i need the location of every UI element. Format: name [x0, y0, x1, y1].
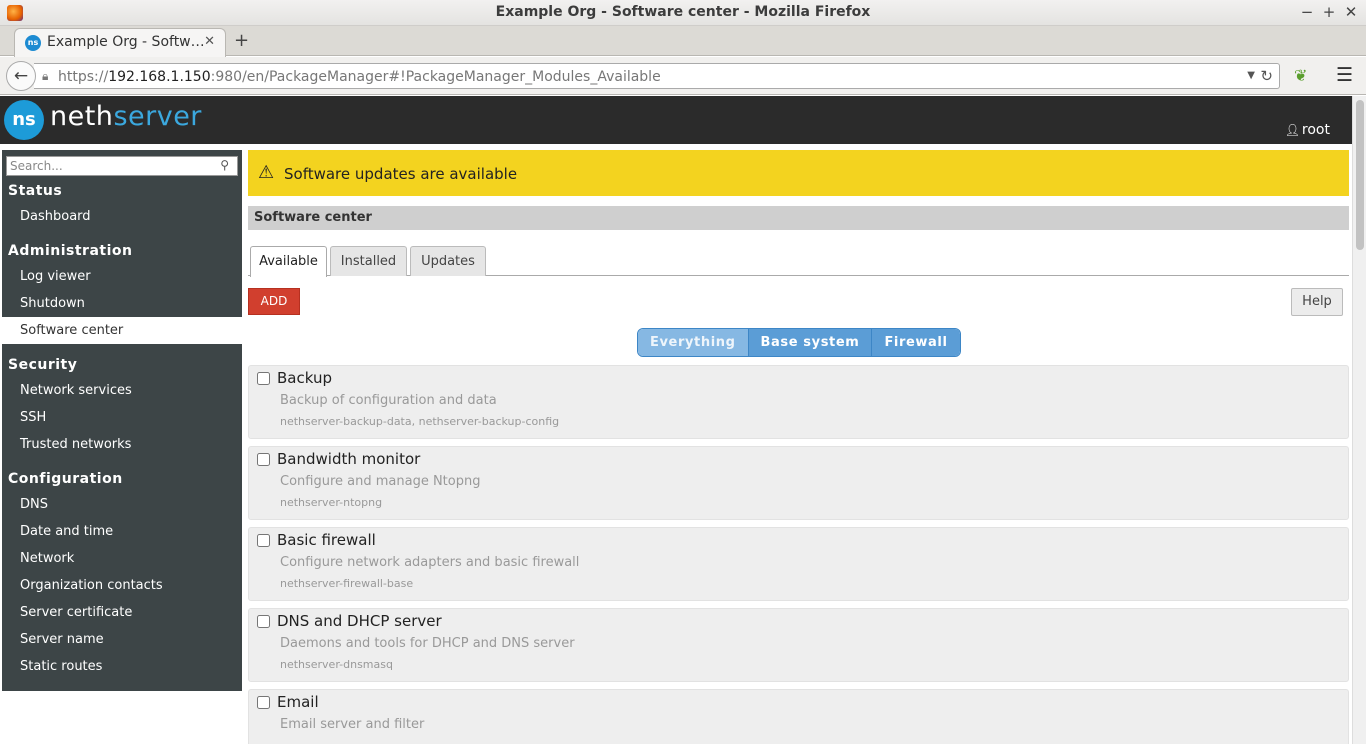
package-checkbox[interactable] — [257, 615, 270, 628]
filter-everything[interactable]: Everything — [638, 329, 748, 356]
filter-base-system[interactable]: Base system — [747, 329, 872, 356]
package-checkbox[interactable] — [257, 453, 270, 466]
package-name: Email — [277, 693, 319, 711]
package-name: Backup — [277, 369, 332, 387]
package-description: Backup of configuration and data — [280, 393, 497, 408]
window-titlebar: Example Org - Software center - Mozilla … — [0, 0, 1366, 26]
tab-updates[interactable]: Updates — [410, 246, 486, 276]
sidebar-section-status: Status — [8, 183, 63, 199]
sidebar-search: ⚲ — [6, 156, 238, 176]
sidebar-section-configuration: Configuration — [8, 471, 123, 487]
page-title: Software center — [248, 206, 1349, 230]
browser-tab-strip: ns Example Org - Softw… ✕ + — [0, 26, 1366, 57]
package-description: Daemons and tools for DHCP and DNS serve… — [280, 636, 575, 651]
sidebar-item-log-viewer[interactable]: Log viewer — [2, 263, 242, 290]
extension-leaf-icon[interactable]: ❦ — [1294, 66, 1307, 85]
url-bar[interactable]: 🔒︎ https://192.168.1.150:980/en/PackageM… — [34, 63, 1280, 89]
package-rpms: nethserver-ntopng — [280, 496, 383, 509]
sidebar-item-server-certificate[interactable]: Server certificate — [2, 599, 242, 626]
minimize-button[interactable]: − — [1298, 2, 1316, 22]
search-icon[interactable]: ⚲ — [220, 158, 229, 172]
category-filter: Everything Base system Firewall — [637, 328, 961, 357]
package-checkbox[interactable] — [257, 372, 270, 385]
package-description: Configure and manage Ntopng — [280, 474, 481, 489]
arrow-left-icon: ← — [13, 66, 29, 86]
package-item-backup: Backup Backup of configuration and data … — [248, 365, 1349, 439]
sidebar-item-shutdown[interactable]: Shutdown — [2, 290, 242, 317]
back-button[interactable]: ← — [6, 61, 36, 91]
user-menu[interactable]: 👤︎ root — [1285, 122, 1330, 138]
brand-bar: ns nethserver 👤︎ root — [0, 96, 1352, 144]
sidebar-section-security: Security — [8, 357, 78, 373]
url-scheme: https:// — [58, 69, 109, 85]
sidebar-item-dns[interactable]: DNS — [2, 491, 242, 518]
package-name: DNS and DHCP server — [277, 612, 442, 630]
package-item-basic-firewall: Basic firewall Configure network adapter… — [248, 527, 1349, 601]
tab-installed[interactable]: Installed — [330, 246, 407, 276]
url-text[interactable]: https://192.168.1.150:980/en/PackageMana… — [58, 69, 661, 85]
package-item-bandwidth-monitor: Bandwidth monitor Configure and manage N… — [248, 446, 1349, 520]
reload-icon[interactable]: ↻ — [1260, 67, 1273, 85]
package-name: Basic firewall — [277, 531, 376, 549]
package-item-dns-dhcp-server: DNS and DHCP server Daemons and tools fo… — [248, 608, 1349, 682]
warning-icon: ⚠ — [258, 162, 275, 183]
help-button[interactable]: Help — [1291, 288, 1343, 316]
package-rpms: nethserver-firewall-base — [280, 577, 414, 590]
browser-navbar: 🔒︎ https://192.168.1.150:980/en/PackageM… — [0, 57, 1366, 95]
sidebar-item-organization-contacts[interactable]: Organization contacts — [2, 572, 242, 599]
url-path: :980/en/PackageManager#!PackageManager_M… — [210, 69, 661, 85]
sidebar-item-software-center[interactable]: Software center — [2, 317, 242, 344]
package-rpms: nethserver-dnsmasq — [280, 658, 393, 671]
new-tab-button[interactable]: + — [234, 30, 249, 51]
nethserver-favicon-icon: ns — [25, 35, 41, 51]
logo-word-server: server — [113, 101, 202, 132]
nethserver-logo-text[interactable]: nethserver — [50, 101, 202, 132]
scrollbar-thumb[interactable] — [1356, 100, 1364, 250]
tab-available[interactable]: Available — [250, 246, 327, 277]
add-button[interactable]: ADD — [248, 288, 300, 315]
window-title: Example Org - Software center - Mozilla … — [495, 4, 871, 20]
sidebar-item-date-and-time[interactable]: Date and time — [2, 518, 242, 545]
hamburger-menu-icon[interactable]: ☰ — [1336, 64, 1353, 86]
main-content: ⚠ Software updates are available Softwar… — [248, 150, 1349, 744]
sidebar-item-trusted-networks[interactable]: Trusted networks — [2, 431, 242, 458]
browser-tab-label: Example Org - Softw… — [47, 34, 205, 50]
logo-word-neth: neth — [50, 101, 114, 132]
updates-alert: ⚠ Software updates are available — [248, 150, 1349, 196]
alert-text: Software updates are available — [284, 165, 518, 183]
tab-close-icon[interactable]: ✕ — [204, 34, 215, 49]
sidebar-item-dashboard[interactable]: Dashboard — [2, 203, 242, 230]
user-icon: 👤︎ — [1284, 123, 1300, 137]
package-tabs: Available Installed Updates — [248, 246, 1349, 277]
page-scrollbar[interactable] — [1352, 96, 1366, 744]
sidebar-item-static-routes[interactable]: Static routes — [2, 653, 242, 680]
sidebar-item-network-services[interactable]: Network services — [2, 377, 242, 404]
filter-firewall[interactable]: Firewall — [871, 329, 960, 356]
maximize-button[interactable]: + — [1320, 2, 1338, 22]
url-host: 192.168.1.150 — [108, 69, 211, 85]
nethserver-logo-icon[interactable]: ns — [4, 100, 44, 140]
user-name: root — [1301, 122, 1330, 138]
sidebar-item-network[interactable]: Network — [2, 545, 242, 572]
sidebar-section-administration: Administration — [8, 243, 133, 259]
url-dropdown-icon[interactable]: ▼ — [1247, 70, 1255, 81]
package-name: Bandwidth monitor — [277, 450, 421, 468]
sidebar-item-ssh[interactable]: SSH — [2, 404, 242, 431]
package-description: Configure network adapters and basic fir… — [280, 555, 580, 570]
package-checkbox[interactable] — [257, 534, 270, 547]
sidebar: ⚲ Status Dashboard Administration Log vi… — [2, 150, 242, 691]
web-page: ns nethserver 👤︎root ⚲ Status Dashboard … — [0, 96, 1352, 744]
package-item-email: Email Email server and filter — [248, 689, 1349, 744]
browser-tab[interactable]: ns Example Org - Softw… ✕ — [14, 28, 226, 57]
search-input[interactable] — [7, 157, 207, 175]
package-checkbox[interactable] — [257, 696, 270, 709]
package-rpms: nethserver-backup-data, nethserver-backu… — [280, 415, 560, 428]
sidebar-item-server-name[interactable]: Server name — [2, 626, 242, 653]
lock-icon: 🔒︎ — [42, 69, 49, 83]
package-description: Email server and filter — [280, 717, 425, 732]
close-window-button[interactable]: ✕ — [1342, 2, 1360, 22]
